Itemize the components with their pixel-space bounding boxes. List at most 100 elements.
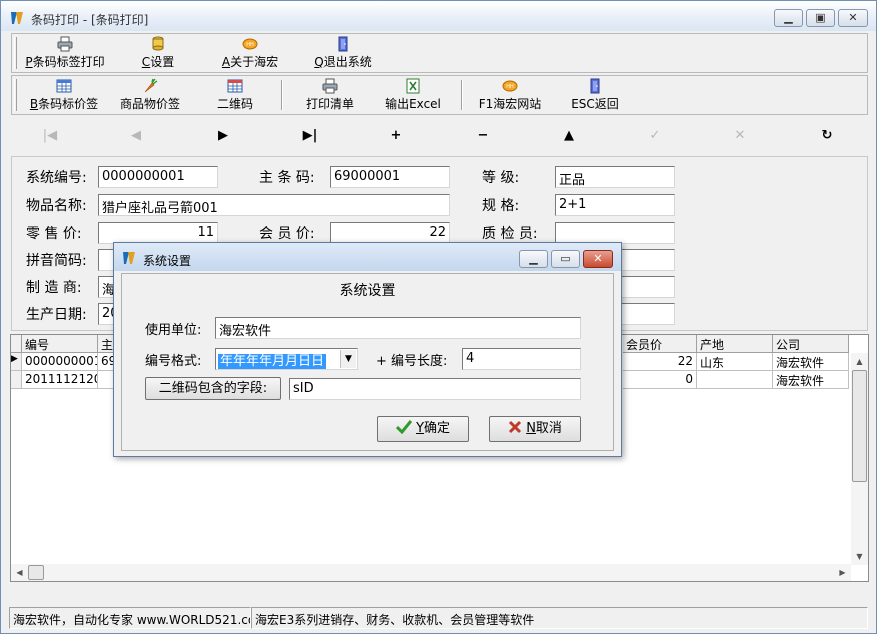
toolbar-separator [281,80,283,110]
table-row-cell-id[interactable]: 0000000001 [22,353,98,371]
cancel-edit-button[interactable]: ✕ [725,127,755,145]
id-length-field[interactable]: 4 [462,348,581,370]
dialog-maximize-button[interactable]: ▭ [551,250,580,268]
record-navigator: |◀ ◀ ▶ ▶| + − ▲ ✓ ✕ ↻ [11,119,868,153]
refresh-button[interactable]: ↻ [812,127,842,145]
table-row-cell-member-price[interactable]: 22 [623,353,697,371]
inspector-label: 质 检 员: [482,226,538,242]
production-date-label: 生产日期: [26,307,87,323]
last-record-button[interactable]: ▶| [295,127,325,145]
scroll-left-icon[interactable]: ◀ [11,564,28,581]
table-row-cell-id[interactable]: 20111121200 [22,371,98,389]
chevron-down-icon[interactable]: ▼ [340,350,356,368]
restore-icon: ▣ [815,11,826,24]
settings-button[interactable]: C设置 [138,36,178,70]
vertical-scrollbar[interactable]: ▲ ▼ [851,353,868,565]
svg-text:HH: HH [506,84,514,90]
id-format-label: 编号格式: [145,354,202,369]
checkmark-icon [395,420,413,435]
cancel-button[interactable]: N取消 [489,416,581,442]
about-button[interactable]: HH A关于海宏 [220,36,280,70]
table-row-cell-member-price[interactable]: 0 [623,371,697,389]
member-price-label: 会 员 价: [259,226,315,242]
scroll-down-icon[interactable]: ▼ [851,548,868,565]
qr-fields-field[interactable]: sID [289,378,581,400]
row-indicator: ▶ [11,353,22,371]
dialog-title: 系统设置 [143,254,192,268]
item-name-field[interactable]: 猎户座礼品弓箭001 [98,194,450,216]
settings-dialog: 系统设置 ▁ ▭ ✕ 系统设置 使用单位: 海宏软件 编号格式: 年年年年月月日… [113,242,622,457]
first-record-button[interactable]: |◀ [35,127,65,145]
retail-price-field[interactable]: 11 [98,222,218,244]
barcode-field[interactable]: 69000001 [330,166,450,188]
grade-field[interactable]: 正品 [555,166,675,188]
row-indicator [11,371,22,389]
id-format-value: 年年年年月月日日 [218,354,327,369]
add-record-button[interactable]: + [381,127,411,145]
grid-indicator-header [11,335,22,353]
grid-header-origin[interactable]: 产地 [697,335,773,353]
exit-button[interactable]: Q退出系统 [312,36,374,70]
post-edit-button[interactable]: ✓ [640,127,670,145]
toolbar-grip[interactable] [14,79,17,111]
ok-button[interactable]: Y确定 [377,416,469,442]
secondary-toolbar: B条码标价签 商品物价签 二维码 打印清单 输出Excel HH F1海宏网站 … [11,75,868,115]
spec-label: 规 格: [482,198,520,214]
table-row-cell-company[interactable]: 海宏软件 [773,353,849,371]
horizontal-scrollbar[interactable]: ◀ ▶ [11,564,851,581]
grid-header-member-price[interactable]: 会员价 [623,335,697,353]
system-id-field[interactable]: 0000000001 [98,166,218,188]
dialog-window-controls: ▁ ▭ ✕ [519,250,613,268]
grid-header-id[interactable]: 编号 [22,335,98,353]
inspector-field[interactable] [555,222,675,244]
grid-table-icon [227,79,243,93]
scroll-up-icon[interactable]: ▲ [851,353,868,370]
main-window: 条码打印 - [条码打印] ▁ ▣ ✕ P条码标签打印 C设置 HH A关于海宏… [0,0,877,634]
excel-icon [406,78,420,94]
unit-field[interactable]: 海宏软件 [215,317,581,339]
minimize-icon: ▁ [784,11,793,24]
table-row-cell-origin[interactable] [697,371,773,389]
horizontal-scroll-thumb[interactable] [28,565,44,580]
barcode-price-label-button[interactable]: B条码标价签 [24,78,104,112]
dialog-minimize-button[interactable]: ▁ [519,250,548,268]
close-icon: ✕ [593,252,603,265]
table-row-cell-company[interactable]: 海宏软件 [773,371,849,389]
table-row-cell-origin[interactable]: 山东 [697,353,773,371]
close-icon: ✕ [848,11,858,24]
print-label-button[interactable]: P条码标签打印 [24,36,106,70]
member-price-field[interactable]: 22 [330,222,450,244]
svg-text:HH: HH [246,42,254,48]
id-format-select[interactable]: 年年年年月月日日 ▼ [215,348,358,370]
app-logo-icon [123,252,135,264]
pinyin-code-label: 拼音简码: [26,253,87,269]
next-record-button[interactable]: ▶ [208,127,238,145]
vertical-scroll-thumb[interactable] [852,370,867,482]
delete-record-button[interactable]: − [468,127,498,145]
export-excel-button[interactable]: 输出Excel [380,78,446,112]
dialog-title-bar: 系统设置 ▁ ▭ ✕ [114,243,621,271]
qr-fields-button[interactable]: 二维码包含的字段: [145,377,281,400]
qr-code-button[interactable]: 二维码 [210,78,260,112]
grade-label: 等 级: [482,170,520,186]
esc-return-button[interactable]: ESC返回 [567,78,623,112]
item-name-label: 物品名称: [26,198,87,214]
spreadsheet-icon [56,79,72,93]
close-button[interactable]: ✕ [838,9,868,27]
scroll-right-icon[interactable]: ▶ [834,564,851,581]
barcode-label: 主 条 码: [259,170,315,186]
app-logo-icon [11,12,23,24]
dialog-close-button[interactable]: ✕ [583,250,613,268]
title-bar: 条码打印 - [条码打印] ▁ ▣ ✕ [1,1,876,31]
minimize-button[interactable]: ▁ [774,9,803,27]
prev-record-button[interactable]: ◀ [121,127,151,145]
maximize-button[interactable]: ▣ [806,9,835,27]
website-button[interactable]: HH F1海宏网站 [474,78,546,112]
printer-icon [322,78,338,94]
spec-field[interactable]: 2+1 [555,194,675,216]
grid-header-company[interactable]: 公司 [773,335,849,353]
edit-record-button[interactable]: ▲ [554,127,584,145]
goods-price-tag-button[interactable]: 商品物价签 [115,78,185,112]
print-list-button[interactable]: 打印清单 [299,78,361,112]
toolbar-grip[interactable] [14,37,17,69]
